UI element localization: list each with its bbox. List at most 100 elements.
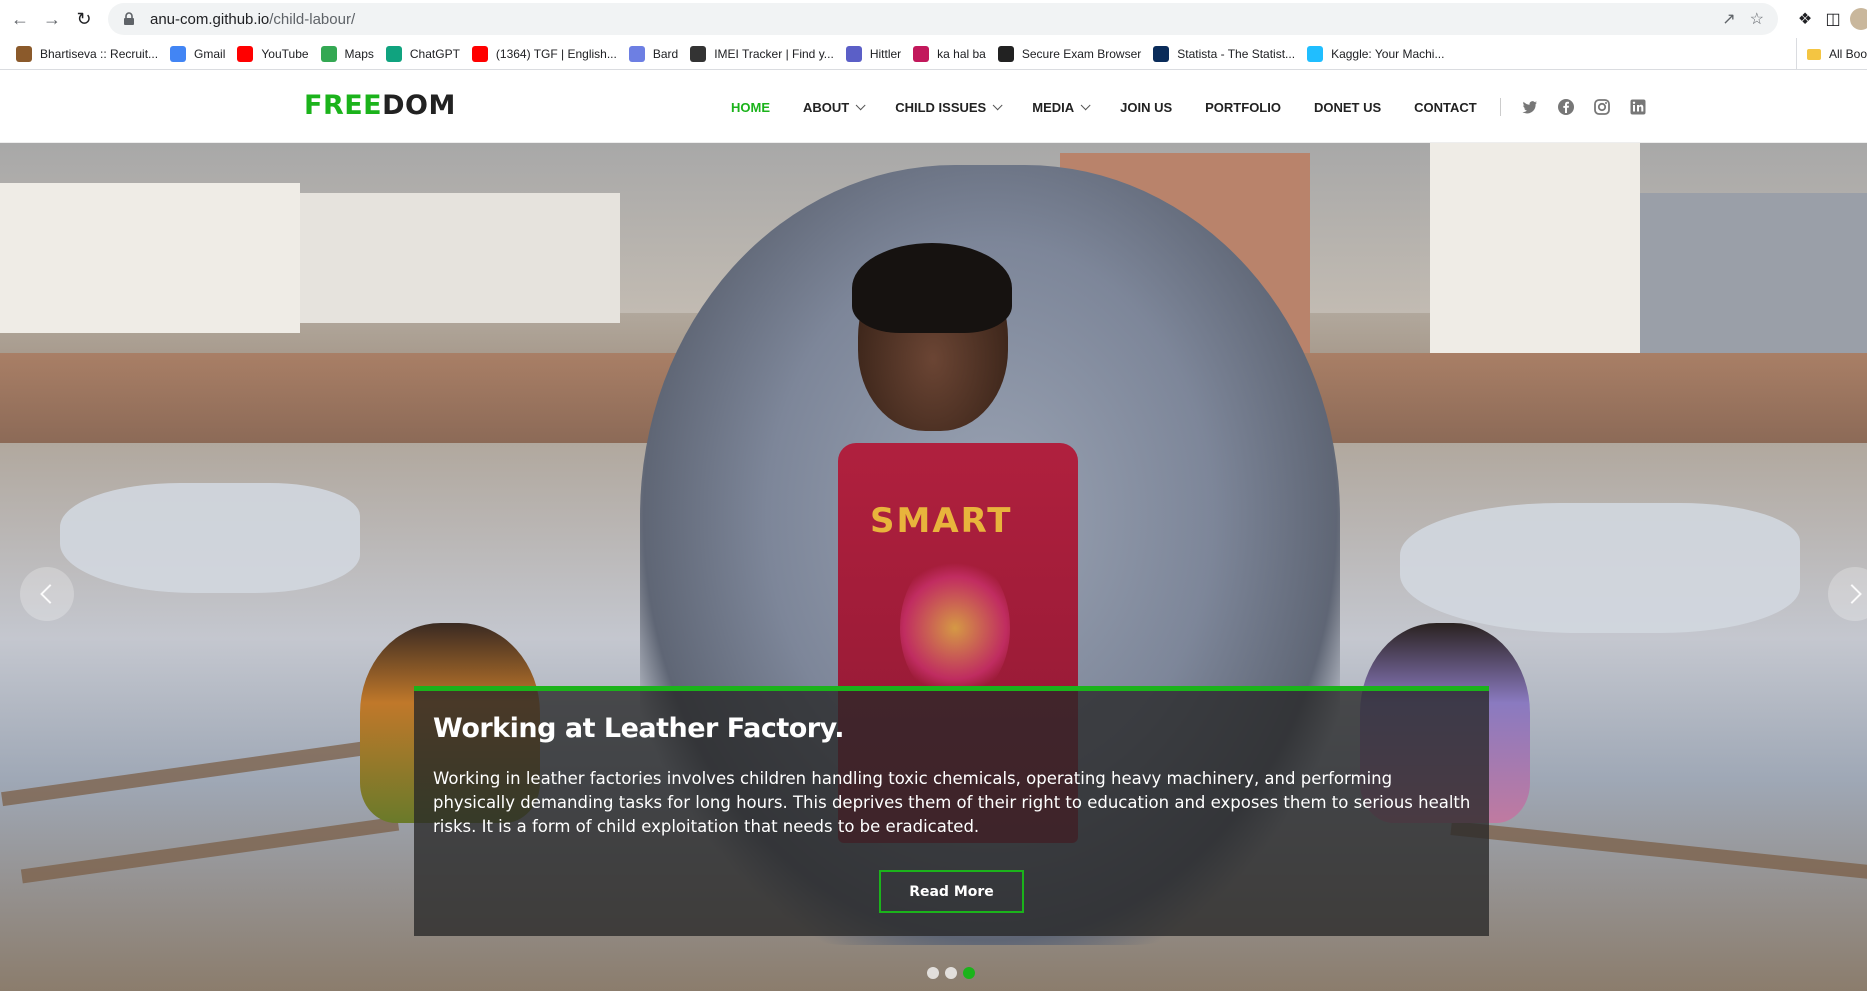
nav-item-child-issues[interactable]: CHILD ISSUES	[895, 99, 1003, 115]
slider-dot[interactable]	[945, 967, 957, 979]
folder-icon	[1806, 48, 1821, 60]
url-text: anu-com.github.io/child-labour/	[150, 10, 356, 28]
bookmark-label: Bard	[652, 46, 679, 61]
bookmark-item[interactable]: YouTube	[233, 42, 316, 66]
facebook-icon[interactable]	[1557, 98, 1575, 116]
nav-item-label: DONET US	[1313, 99, 1382, 115]
bard-sparkle-icon	[628, 45, 645, 62]
hero-slider: SMART Working at Leather Factory. Workin…	[0, 143, 1867, 991]
youtube-icon	[237, 45, 254, 62]
slider-dot[interactable]	[963, 967, 975, 979]
chevron-down-icon	[992, 99, 1003, 110]
slider-prev-arrow-icon[interactable]	[20, 567, 74, 621]
bookmark-label: Gmail	[194, 46, 226, 61]
all-bookmarks-folder[interactable]: All Boo	[1795, 38, 1867, 69]
bookmark-item[interactable]: (1364) TGF | English...	[468, 42, 625, 66]
bookmark-item[interactable]: Gmail	[166, 42, 233, 66]
bookmark-label: (1364) TGF | English...	[495, 46, 617, 61]
background-building	[1640, 193, 1867, 353]
bookmark-item[interactable]: Bard	[625, 42, 686, 66]
nav-item-join-us[interactable]: JOIN US	[1120, 100, 1172, 115]
nav-item-label: ABOUT	[803, 99, 850, 115]
nav-item-portfolio[interactable]: PORTFOLIO	[1205, 100, 1281, 115]
chevron-down-icon	[855, 99, 866, 110]
nav-item-label: JOIN US	[1120, 99, 1173, 115]
slider-indicators	[927, 967, 975, 979]
nav-item-label: PORTFOLIO	[1205, 99, 1281, 115]
google-icon	[170, 45, 187, 62]
teams-icon	[845, 45, 862, 62]
star-logo-icon	[16, 45, 32, 62]
bookmark-item[interactable]: Secure Exam Browser	[994, 42, 1149, 66]
t-logo-icon	[913, 45, 930, 62]
main-navigation: HOME ABOUT CHILD ISSUES MEDIA JOIN US PORTFOL…	[731, 71, 1665, 143]
chatgpt-icon	[385, 45, 402, 62]
background-building	[0, 183, 300, 333]
bookmark-star-icon[interactable]: ☆	[1750, 9, 1764, 29]
seb-icon	[997, 45, 1014, 62]
bookmark-label: Kaggle: Your Machi...	[1331, 46, 1445, 61]
nav-item-label: HOME	[731, 99, 770, 115]
statista-icon	[1153, 45, 1170, 62]
youtube-icon	[471, 45, 488, 62]
reload-icon[interactable]: ↻	[72, 7, 96, 31]
bookmark-item[interactable]: ChatGPT	[382, 42, 468, 66]
site-logo[interactable]: FREEDOM	[304, 90, 456, 121]
lock-icon	[124, 12, 134, 25]
bookmark-label: Secure Exam Browser	[1021, 46, 1142, 61]
nav-item-label: CONTACT	[1414, 99, 1477, 115]
bookmark-item[interactable]: ka hal ba	[909, 42, 994, 66]
hero-description: Working in leather factories involves ch…	[433, 769, 1471, 836]
instagram-icon[interactable]	[1593, 98, 1611, 116]
bookmark-label: Statista - The Statist...	[1177, 46, 1296, 61]
bookmark-label: ChatGPT	[409, 46, 460, 61]
kaggle-icon	[1307, 45, 1324, 62]
nav-item-contact[interactable]: CONTACT	[1414, 100, 1477, 115]
bookmark-item[interactable]: Maps	[317, 42, 382, 66]
shirt-print-art	[900, 553, 1010, 703]
share-icon[interactable]: ↗	[1722, 9, 1735, 29]
bookmark-item[interactable]: IMEI Tracker | Find y...	[686, 42, 842, 66]
nav-item-label: MEDIA	[1032, 99, 1075, 115]
nav-item-media[interactable]: MEDIA	[1032, 99, 1091, 115]
bookmark-item[interactable]: Statista - The Statist...	[1149, 42, 1303, 66]
all-bookmarks-label: All Boo	[1828, 47, 1867, 61]
bookmark-label: IMEI Tracker | Find y...	[714, 46, 834, 61]
side-panel-icon[interactable]: ◫	[1822, 8, 1844, 30]
bookmarks-bar: Bhartiseva :: Recruit... Gmail YouTube Maps…	[0, 38, 1867, 70]
site-header: FREEDOM HOME ABOUT CHILD ISSUES MEDIA JOIN U…	[0, 71, 1867, 143]
maps-pin-icon	[320, 45, 337, 62]
nav-item-donet-us[interactable]: DONET US	[1314, 100, 1381, 115]
address-bar[interactable]: anu-com.github.io/child-labour/ ↗ ☆	[108, 3, 1778, 35]
bookmark-label: Hittler	[869, 46, 902, 61]
nav-item-home[interactable]: HOME	[731, 100, 770, 115]
nav-item-about[interactable]: ABOUT	[803, 99, 866, 115]
bookmark-label: Maps	[344, 46, 374, 61]
slider-dot[interactable]	[927, 967, 939, 979]
extensions-puzzle-icon[interactable]: ❖	[1794, 8, 1816, 30]
linkedin-icon[interactable]	[1629, 98, 1647, 116]
background-building	[1430, 143, 1640, 353]
bookmark-label: ka hal ba	[937, 46, 986, 61]
read-more-button[interactable]: Read More	[879, 870, 1024, 913]
shirt-print-text: SMART	[870, 501, 1013, 541]
back-icon[interactable]: ←	[8, 7, 32, 31]
nav-divider	[1499, 98, 1501, 116]
bookmark-item[interactable]: Hittler	[842, 42, 909, 66]
imei-icon	[690, 45, 707, 62]
bookmark-label: Bhartiseva :: Recruit...	[40, 46, 159, 61]
hero-title: Working at Leather Factory.	[433, 713, 845, 744]
chevron-down-icon	[1080, 99, 1091, 110]
leather-hide	[60, 483, 360, 593]
twitter-icon[interactable]	[1521, 98, 1539, 116]
profile-avatar[interactable]	[1850, 8, 1867, 30]
background-building	[300, 193, 620, 323]
leather-hide	[1400, 503, 1800, 633]
hero-caption: Working at Leather Factory. Working in l…	[414, 686, 1489, 936]
bookmark-item[interactable]: Bhartiseva :: Recruit...	[12, 42, 166, 66]
forward-icon[interactable]: →	[40, 7, 64, 31]
nav-item-label: CHILD ISSUES	[895, 99, 987, 115]
browser-toolbar: ← → ↻ anu-com.github.io/child-labour/ ↗ …	[0, 0, 1867, 38]
bookmark-item[interactable]: Kaggle: Your Machi...	[1303, 42, 1452, 66]
boy-hair	[852, 243, 1012, 333]
